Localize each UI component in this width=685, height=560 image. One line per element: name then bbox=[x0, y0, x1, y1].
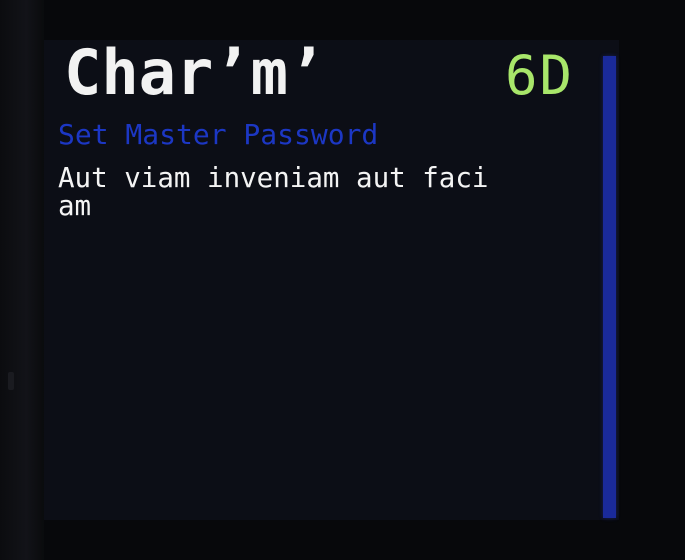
menu-item-set-master-password[interactable]: Set Master Password bbox=[58, 119, 378, 151]
bezel-notch bbox=[8, 372, 14, 390]
app-title: Char’m’ bbox=[64, 36, 326, 109]
device-bezel bbox=[0, 0, 44, 560]
body-text: Aut viam inveniam aut faci am bbox=[58, 164, 610, 220]
scrollbar[interactable] bbox=[603, 56, 616, 518]
display-screen bbox=[44, 40, 619, 520]
body-text-line-2: am bbox=[58, 190, 92, 222]
body-text-line-1: Aut viam inveniam aut faci bbox=[58, 162, 489, 194]
device-frame: Char’m’ 6D Set Master Password Aut viam … bbox=[0, 0, 685, 560]
status-indicator: 6D bbox=[505, 44, 575, 107]
